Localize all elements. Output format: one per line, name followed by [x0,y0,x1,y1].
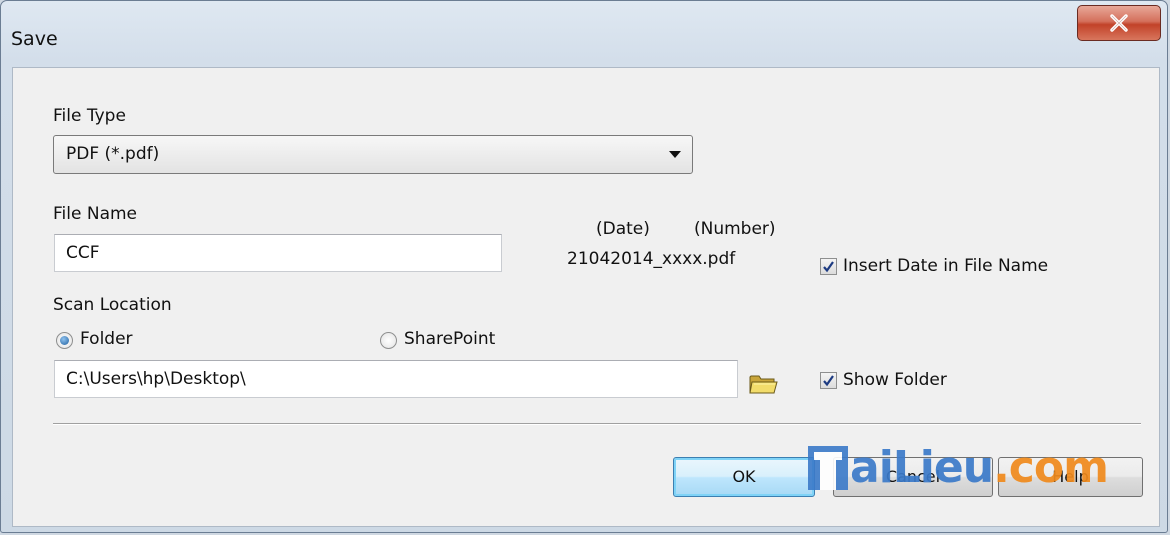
file-name-example: 21042014_xxxx.pdf [567,249,736,269]
scan-location-label: Scan Location [53,295,172,315]
file-type-select[interactable]: PDF (*.pdf) [53,135,693,174]
file-type-label: File Type [53,106,126,126]
checkmark-icon [823,375,834,387]
file-name-field[interactable] [54,234,502,272]
watermark-logo [808,446,848,490]
file-name-input[interactable] [55,235,501,271]
insert-date-checkbox[interactable] [820,258,837,275]
watermark: aiLieu.com [806,440,1146,498]
number-caption: (Number) [694,219,776,239]
ok-button[interactable]: OK [673,457,815,497]
sharepoint-radio-label: SharePoint [404,329,496,349]
date-caption: (Date) [596,219,650,239]
folder-icon[interactable] [748,371,778,397]
show-folder-label: Show Folder [843,370,947,390]
close-icon [1110,14,1128,32]
scan-path-field[interactable] [54,360,738,398]
insert-date-label: Insert Date in File Name [843,256,1049,276]
show-folder-checkbox[interactable] [820,372,837,389]
close-button[interactable] [1077,5,1161,41]
separator [53,423,1141,425]
watermark-text: aiLieu.com [850,442,1109,493]
chevron-down-icon [669,151,681,158]
folder-radio[interactable] [56,332,73,349]
scan-path-input[interactable] [55,361,737,397]
checkmark-icon [823,261,834,273]
file-type-value: PDF (*.pdf) [66,144,160,164]
dialog-title: Save [11,28,58,50]
sharepoint-radio[interactable] [380,332,397,349]
file-name-label: File Name [53,204,138,224]
folder-radio-label: Folder [80,329,133,349]
